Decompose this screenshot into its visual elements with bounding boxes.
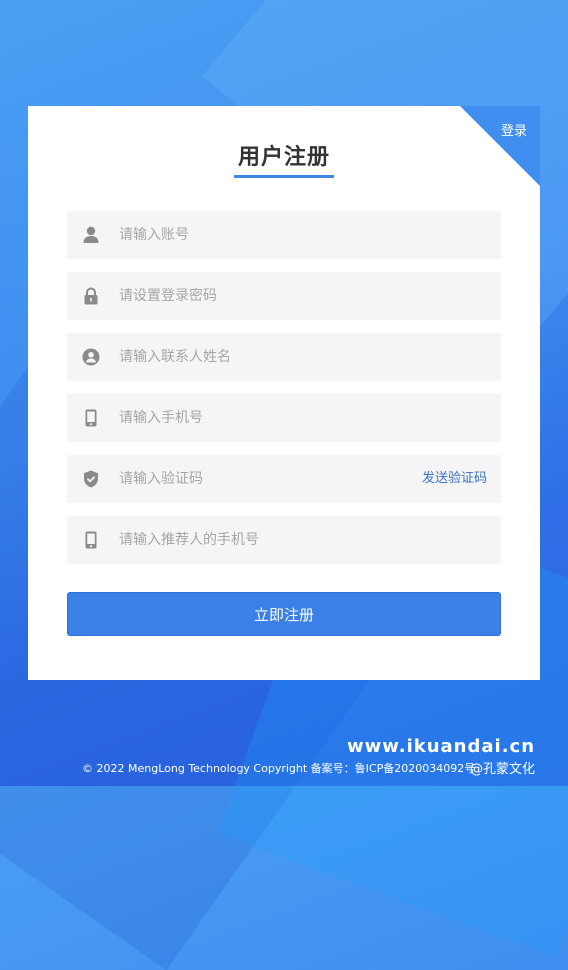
referrer-phone-input[interactable] <box>119 516 399 564</box>
login-link[interactable]: 登录 <box>501 120 527 139</box>
account-input[interactable] <box>119 211 399 259</box>
referrer-phone-field <box>67 516 501 564</box>
phone-field <box>67 394 501 442</box>
send-code-button[interactable]: 发送验证码 <box>422 455 487 503</box>
phone-icon <box>81 530 101 550</box>
shield-icon <box>81 469 101 489</box>
footer-copyright: © 2022 MengLong Technology Copyright 备案号… <box>82 762 476 775</box>
phone-icon <box>81 408 101 428</box>
password-field <box>67 272 501 320</box>
verification-code-field: 发送验证码 <box>67 455 501 503</box>
user-icon <box>81 225 101 245</box>
lock-icon <box>81 286 101 306</box>
account-field <box>67 211 501 259</box>
verification-code-input[interactable] <box>119 455 399 503</box>
contact-icon <box>81 347 101 367</box>
contact-name-input[interactable] <box>119 333 399 381</box>
register-card: 登录 用户注册 请输入账号 请输入联系人姓名 请输入手机号 请输入验证码 发送验… <box>28 106 540 680</box>
password-input[interactable] <box>119 272 399 320</box>
page-title: 用户注册 <box>237 145 330 170</box>
register-button[interactable]: 立即注册 <box>67 592 501 636</box>
watermark-url: www.ikuandai.cn <box>347 736 536 757</box>
watermark-brand: @孔蒙文化 <box>470 762 536 777</box>
contact-name-field <box>67 333 501 381</box>
phone-input[interactable] <box>119 394 399 442</box>
title-underline <box>234 175 334 178</box>
